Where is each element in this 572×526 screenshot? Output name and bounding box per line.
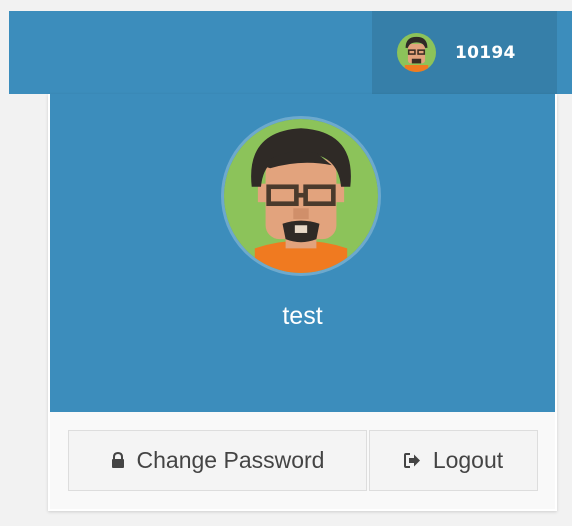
change-password-button[interactable]: Change Password (68, 430, 367, 491)
user-header: test (50, 94, 555, 412)
user-footer: Change Password Logout (50, 412, 555, 509)
logout-label: Logout (432, 447, 504, 473)
lock-icon (111, 452, 125, 469)
user-avatar-icon (397, 33, 436, 72)
user-menu-toggle[interactable]: 10194 (372, 11, 557, 94)
user-dropdown-menu: test Change Password Logout (48, 94, 557, 511)
user-id-label: 10194 (455, 42, 516, 63)
sign-out-icon (403, 453, 421, 468)
user-header-name: test (282, 302, 323, 330)
change-password-label: Change Password (136, 447, 325, 473)
user-avatar-icon (221, 116, 381, 276)
logout-button[interactable]: Logout (369, 430, 538, 491)
